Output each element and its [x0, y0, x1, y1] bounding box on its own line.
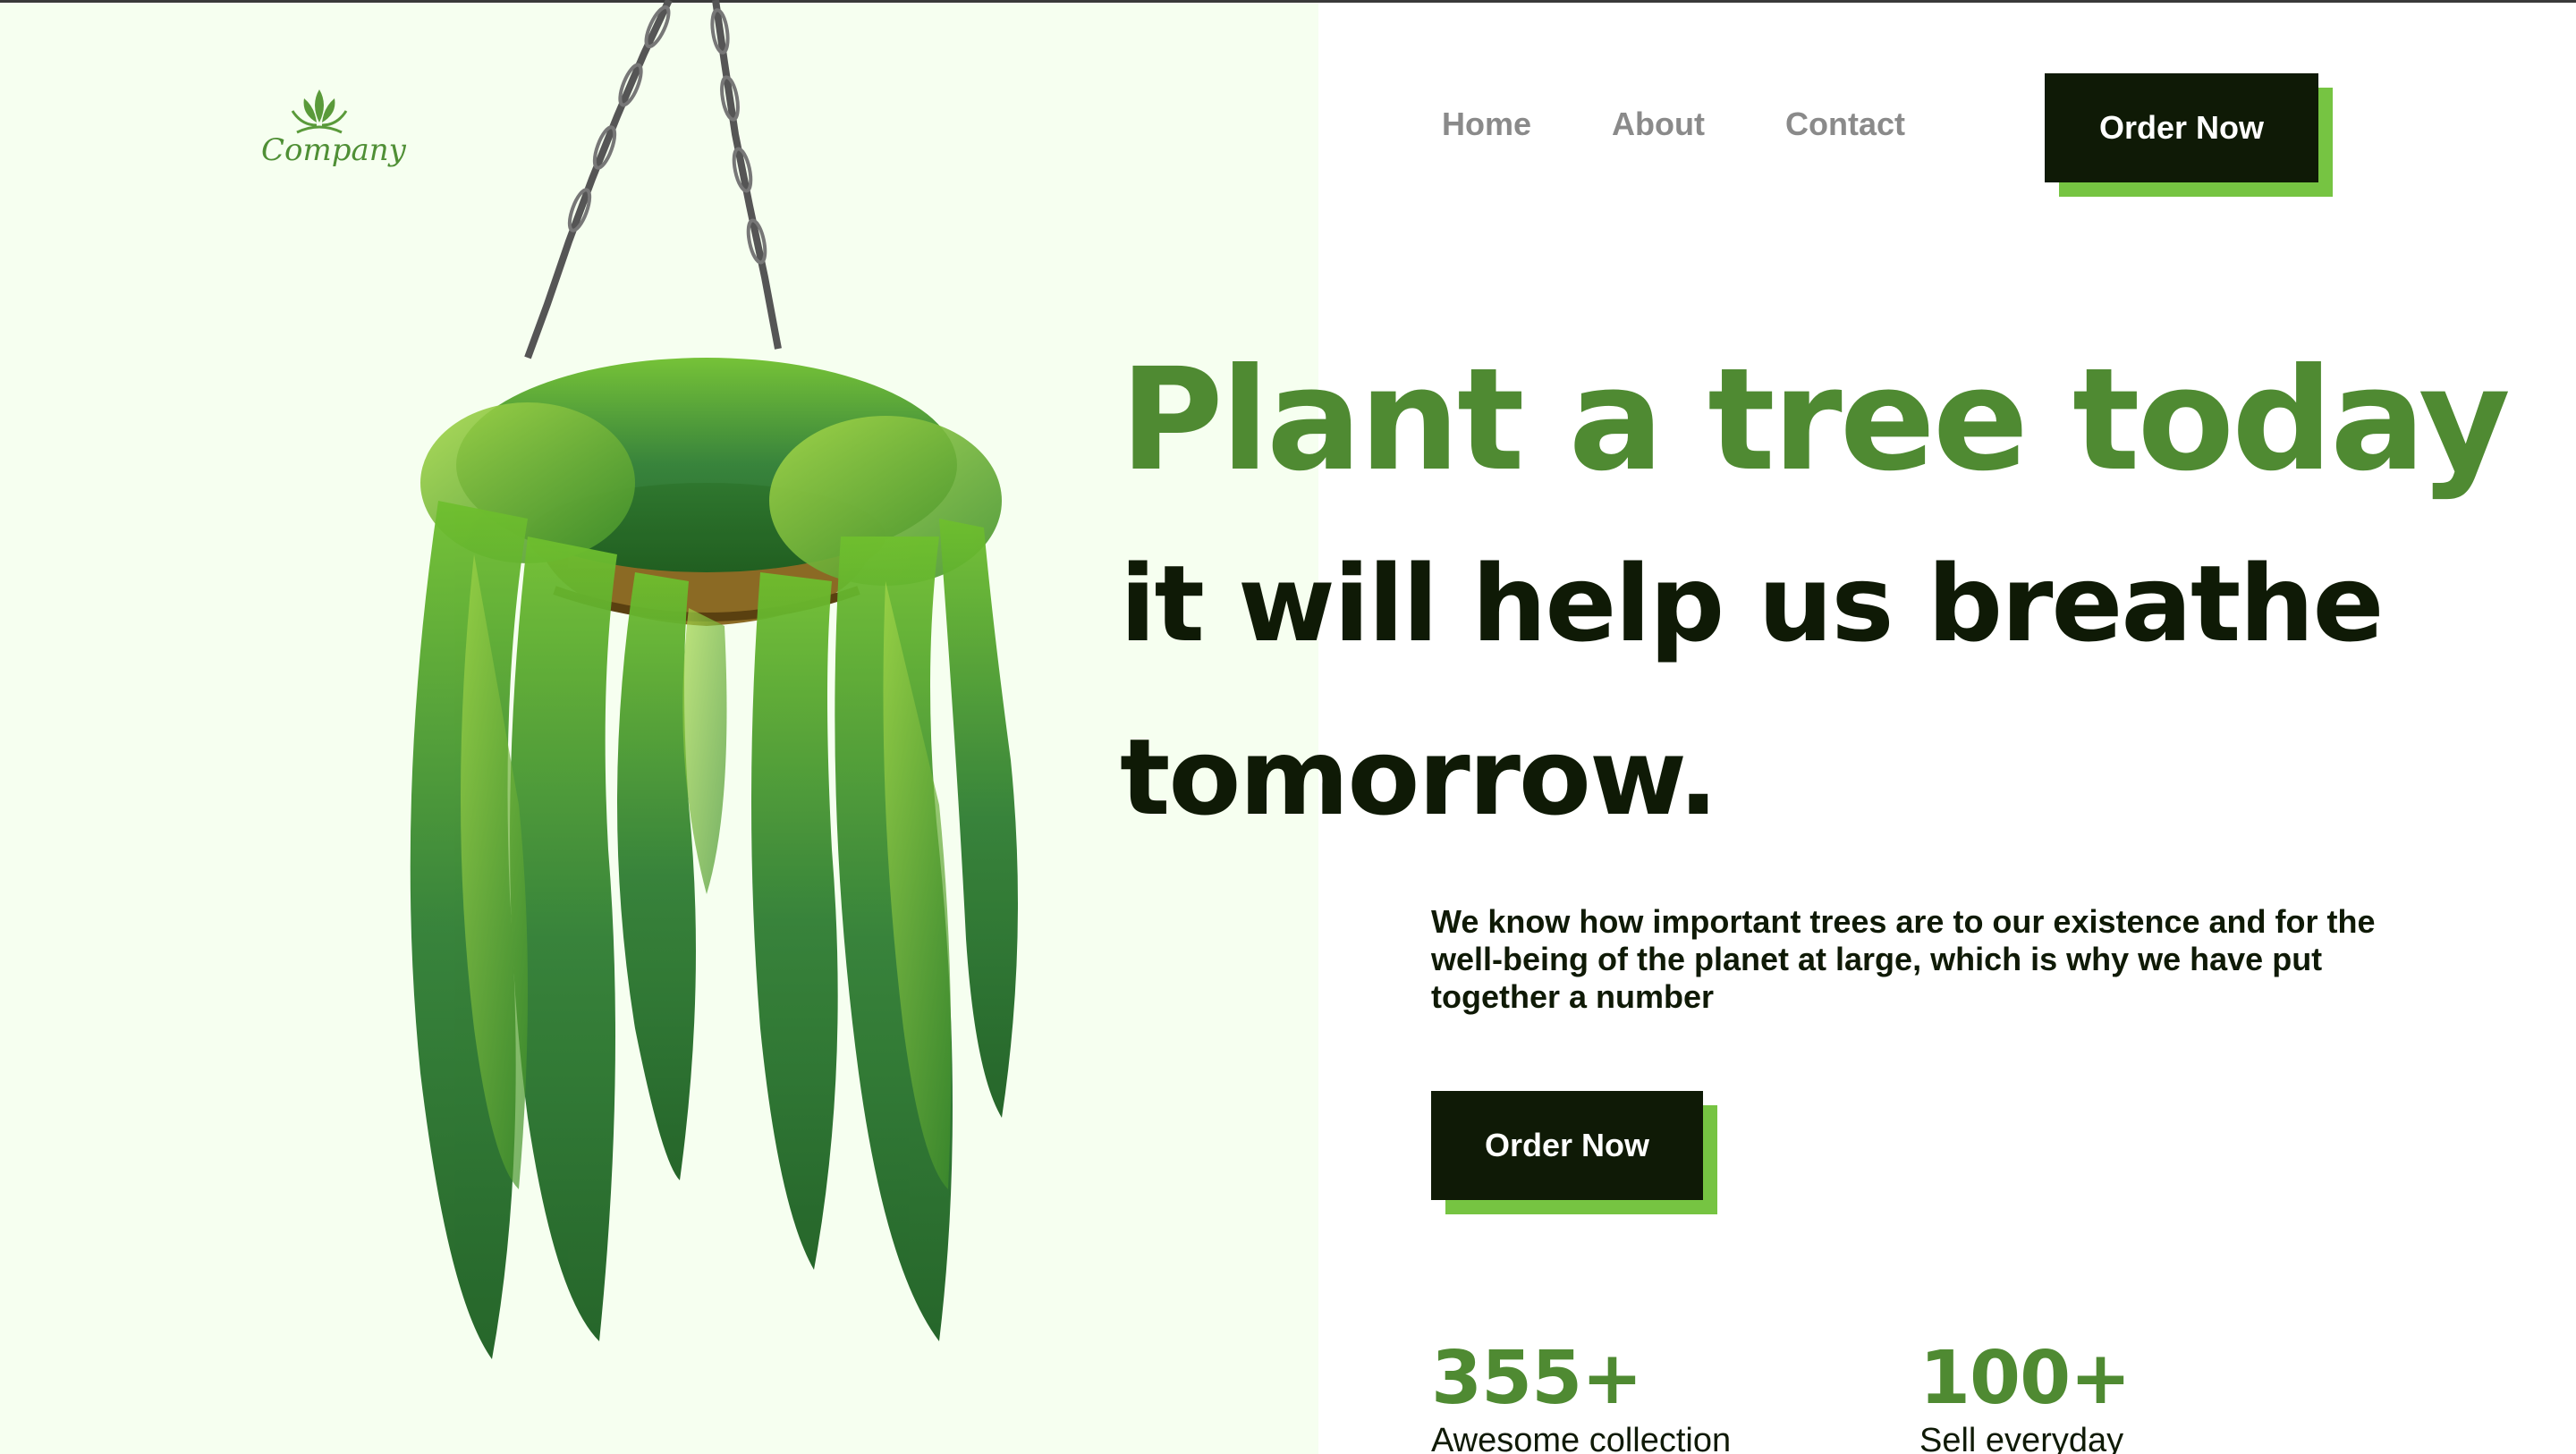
leaf-icon — [291, 89, 348, 134]
header-order-now-button[interactable]: Order Now — [2045, 73, 2318, 182]
hero-order-now-button[interactable]: Order Now — [1431, 1091, 1703, 1200]
hanging-plant-image — [410, 0, 1018, 1359]
hero-description: We know how important trees are to our e… — [1431, 903, 2376, 1015]
stat-label: Sell everyday — [1919, 1422, 2124, 1454]
hero-headline: Plant a tree today — [1120, 338, 2511, 503]
main-nav: Home About Contact — [1442, 106, 1986, 143]
logo-text: Company — [261, 132, 406, 168]
nav-about[interactable]: About — [1612, 106, 1705, 143]
stat-collection: 355+ Awesome collection — [1431, 1341, 1731, 1454]
stat-value: 355+ — [1431, 1336, 1643, 1421]
stat-sales: 100+ Sell everyday — [1919, 1341, 2131, 1454]
nav-home[interactable]: Home — [1442, 106, 1531, 143]
nav-contact[interactable]: Contact — [1785, 106, 1905, 143]
hero-subline-2: tomorrow. — [1120, 715, 1718, 839]
hero-subline-1: it will help us breathe — [1120, 542, 2384, 665]
stat-value: 100+ — [1919, 1336, 2131, 1421]
stat-label: Awesome collection — [1431, 1422, 1732, 1454]
company-logo[interactable]: Company — [261, 82, 406, 181]
